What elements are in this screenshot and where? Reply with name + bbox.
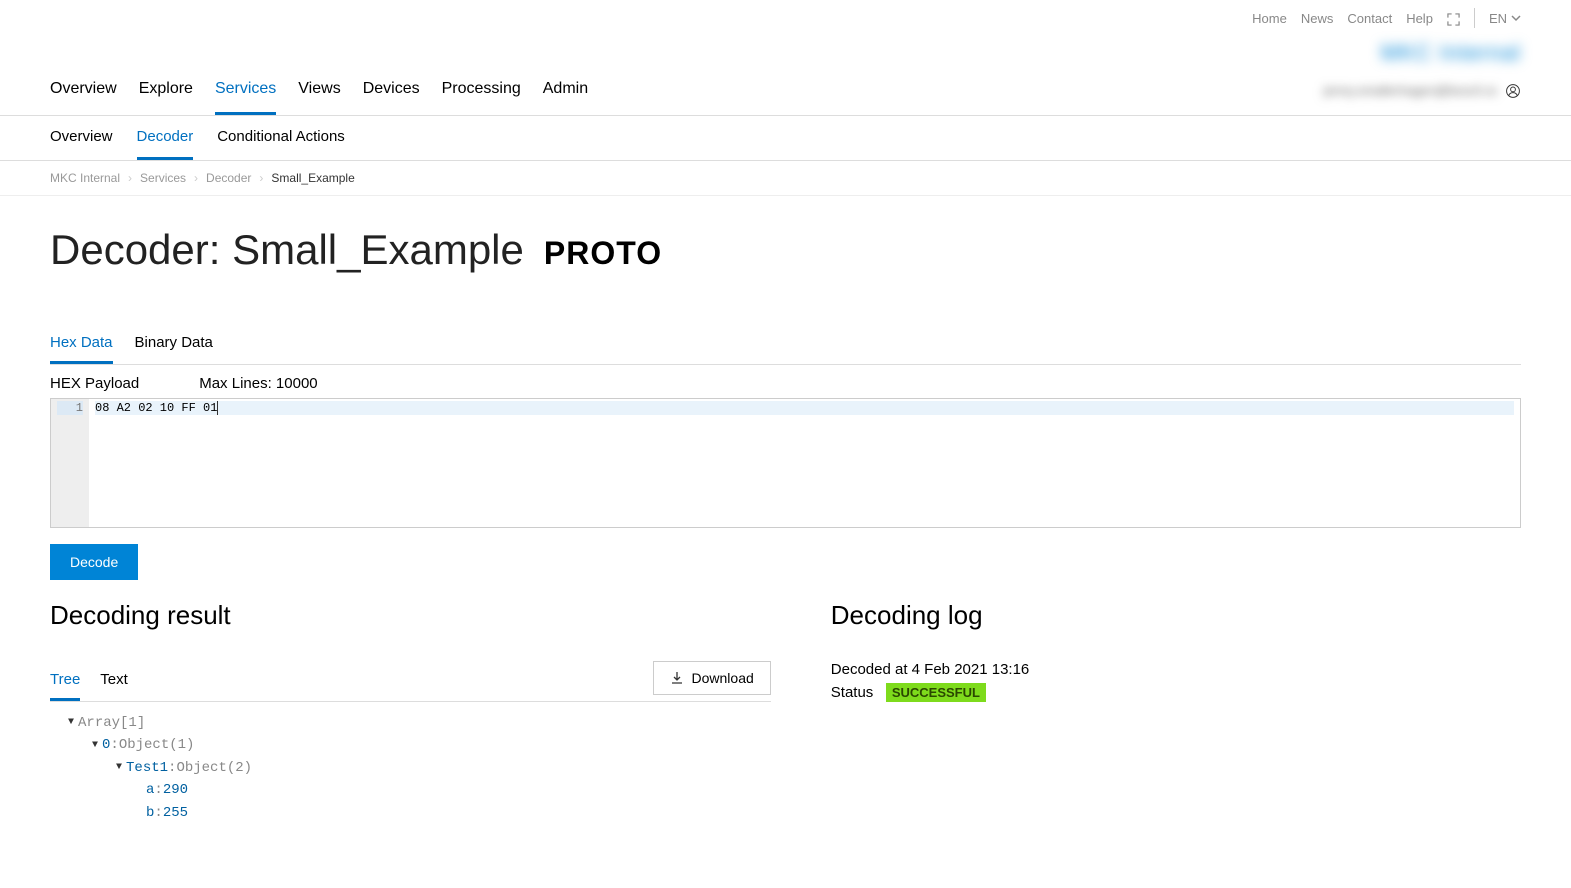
breadcrumb-sep: › xyxy=(128,171,132,185)
results-row: Decoding result Tree Text Download ▼ Arr… xyxy=(50,600,1521,834)
tree-key: b xyxy=(146,802,154,824)
tree-type: Object(2) xyxy=(176,757,252,779)
subtab-decoder[interactable]: Decoder xyxy=(137,116,194,160)
user-icon xyxy=(1505,82,1521,99)
tree-value: 255 xyxy=(163,802,188,824)
hex-editor[interactable]: 1 08 A2 02 10 FF 01 xyxy=(50,398,1521,528)
tab-views[interactable]: Views xyxy=(298,66,340,115)
top-link-home[interactable]: Home xyxy=(1252,11,1287,26)
tab-binary-data[interactable]: Binary Data xyxy=(135,324,213,364)
result-tab-text[interactable]: Text xyxy=(100,661,128,701)
decode-button[interactable]: Decode xyxy=(50,544,138,580)
status-badge: SUCCESSFUL xyxy=(886,683,986,702)
editor-content[interactable]: 08 A2 02 10 FF 01 xyxy=(89,399,1520,527)
max-lines-label: Max Lines: 10000 xyxy=(199,375,317,392)
payload-info-row: HEX Payload Max Lines: 10000 xyxy=(50,365,1521,398)
breadcrumb: MKC Internal › Services › Decoder › Smal… xyxy=(0,161,1571,196)
status-line: Status SUCCESSFUL xyxy=(831,684,1521,701)
breadcrumb-root[interactable]: MKC Internal xyxy=(50,171,120,185)
tenant-logo: MKC Internal xyxy=(1381,40,1521,66)
decoded-at: Decoded at 4 Feb 2021 13:16 xyxy=(831,661,1521,678)
tab-admin[interactable]: Admin xyxy=(543,66,588,115)
top-link-help[interactable]: Help xyxy=(1406,11,1433,26)
tree-value: 290 xyxy=(163,779,188,801)
hex-payload-label: HEX Payload xyxy=(50,375,139,392)
user-area[interactable]: jenny.smallerhagen@bosch.io xyxy=(1324,82,1521,99)
status-label: Status xyxy=(831,684,874,701)
download-label: Download xyxy=(692,670,754,686)
divider xyxy=(1474,8,1475,28)
result-tabs: Tree Text xyxy=(50,661,128,701)
result-tree: ▼ Array[1] ▼ 0: Object(1) ▼ Test1: Objec… xyxy=(50,702,771,834)
user-email: jenny.smallerhagen@bosch.io xyxy=(1324,83,1497,98)
log-title: Decoding log xyxy=(831,600,1521,631)
hex-text: 08 A2 02 10 FF 01 xyxy=(95,401,217,415)
breadcrumb-current: Small_Example xyxy=(271,171,354,185)
subtab-overview[interactable]: Overview xyxy=(50,116,113,160)
top-links-bar: Home News Contact Help EN xyxy=(0,0,1571,36)
decoding-log-panel: Decoding log Decoded at 4 Feb 2021 13:16… xyxy=(831,600,1521,834)
tab-devices[interactable]: Devices xyxy=(363,66,420,115)
result-tab-tree[interactable]: Tree xyxy=(50,661,80,701)
breadcrumb-sep: › xyxy=(194,171,198,185)
tree-node-test1[interactable]: ▼ Test1: Object(2) xyxy=(116,757,767,779)
tree-node-0[interactable]: ▼ 0: Object(1) xyxy=(92,734,767,756)
breadcrumb-services[interactable]: Services xyxy=(140,171,186,185)
download-icon xyxy=(670,671,684,685)
tree-key: a xyxy=(146,779,154,801)
tab-hex-data[interactable]: Hex Data xyxy=(50,324,113,364)
language-label: EN xyxy=(1489,11,1507,26)
tab-overview[interactable]: Overview xyxy=(50,66,117,115)
tree-root-label: Array[1] xyxy=(78,712,145,734)
breadcrumb-sep: › xyxy=(259,171,263,185)
tree-leaf-b: b: 255 xyxy=(146,802,767,824)
tree-node-root[interactable]: ▼ Array[1] xyxy=(68,712,767,734)
page-title: Decoder: Small_Example xyxy=(50,226,524,274)
tree-leaf-a: a: 290 xyxy=(146,779,767,801)
caret-down-icon[interactable]: ▼ xyxy=(68,715,74,731)
tree-key: 0 xyxy=(102,734,110,756)
tree-key: Test1 xyxy=(126,757,168,779)
breadcrumb-decoder[interactable]: Decoder xyxy=(206,171,251,185)
main-nav-row: Overview Explore Services Views Devices … xyxy=(0,66,1571,116)
tab-services[interactable]: Services xyxy=(215,66,276,115)
tab-explore[interactable]: Explore xyxy=(139,66,193,115)
sub-nav: Overview Decoder Conditional Actions xyxy=(0,116,1571,161)
main-nav: Overview Explore Services Views Devices … xyxy=(50,66,588,115)
chevron-down-icon xyxy=(1511,13,1521,23)
caret-down-icon[interactable]: ▼ xyxy=(92,738,98,754)
language-selector[interactable]: EN xyxy=(1489,11,1521,26)
decoding-result-panel: Decoding result Tree Text Download ▼ Arr… xyxy=(50,600,771,834)
logo-row: MKC Internal xyxy=(0,36,1571,66)
subtab-conditional-actions[interactable]: Conditional Actions xyxy=(217,116,345,160)
content: Decoder: Small_Example PROTO Hex Data Bi… xyxy=(0,196,1571,874)
download-button[interactable]: Download xyxy=(653,661,771,695)
caret-down-icon[interactable]: ▼ xyxy=(116,760,122,776)
page-title-row: Decoder: Small_Example PROTO xyxy=(50,226,1521,274)
proto-badge: PROTO xyxy=(544,235,662,272)
line-number: 1 xyxy=(57,401,83,415)
editor-gutter: 1 xyxy=(51,399,89,527)
tree-type: Object(1) xyxy=(119,734,195,756)
top-link-contact[interactable]: Contact xyxy=(1347,11,1392,26)
fullscreen-icon[interactable] xyxy=(1447,10,1460,25)
data-tabs: Hex Data Binary Data xyxy=(50,324,1521,365)
tab-processing[interactable]: Processing xyxy=(442,66,521,115)
result-tabs-row: Tree Text Download xyxy=(50,661,771,702)
result-title: Decoding result xyxy=(50,600,771,631)
top-link-news[interactable]: News xyxy=(1301,11,1334,26)
text-caret xyxy=(217,401,218,415)
